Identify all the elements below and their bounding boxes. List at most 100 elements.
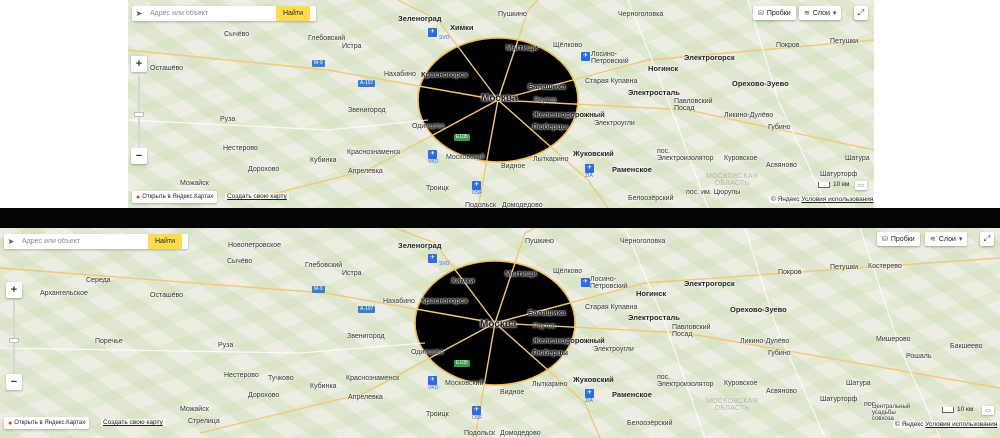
traffic-button[interactable]: ⛁ Пробки	[877, 232, 920, 246]
city-label: Дорохово	[248, 392, 280, 399]
city-label: Новопетровское	[228, 242, 281, 249]
find-button[interactable]: Найти	[276, 6, 310, 21]
city-label: Шатура	[845, 155, 870, 162]
city-label: Архангельское	[40, 290, 88, 297]
city-label: Куровское	[724, 380, 758, 387]
city-label: Ликино-Дулёво	[740, 338, 790, 345]
zoom-slider-track[interactable]	[138, 75, 140, 147]
city-label: Красногорск	[421, 70, 468, 79]
city-label: Истра	[342, 43, 362, 50]
open-in-yandex-maps-button[interactable]: ● Открыть в Яндекс.Картах	[132, 191, 218, 203]
zoom-out-button[interactable]: −	[6, 374, 22, 390]
city-label: Звенигород	[347, 333, 385, 340]
search-bar: ➤ Найти	[132, 6, 316, 21]
city-label: Железнодорожный	[533, 110, 605, 119]
city-label: Рошаль	[906, 353, 932, 360]
city-label: Ликино-Дулёво	[724, 112, 774, 119]
terms-of-use-link[interactable]: Условия использования	[801, 196, 873, 203]
city-label: Химки	[450, 23, 474, 32]
city-label: Руза	[220, 116, 236, 123]
city-label: Костерево	[868, 263, 902, 270]
city-label: Пушкино	[525, 238, 554, 245]
layers-label: Слои	[938, 235, 956, 243]
city-label: Люберцы	[532, 348, 568, 357]
city-label: Петушки	[830, 38, 859, 45]
chevron-down-icon: ▾	[958, 236, 963, 243]
open-in-yandex-maps-label: Открыть в Яндекс.Картах	[14, 420, 86, 426]
traffic-label: Пробки	[766, 9, 791, 17]
airport-code: OSF	[472, 190, 483, 196]
search-input[interactable]	[146, 6, 276, 21]
city-label: Жуковский	[573, 149, 614, 158]
city-label: Жуковский	[573, 375, 614, 384]
terms-of-use-link[interactable]: Условия использования	[925, 421, 997, 428]
ruler-icon[interactable]: ▭	[855, 181, 867, 190]
highway-badge: E105	[454, 134, 470, 141]
city-label: Можайск	[180, 180, 209, 187]
city-label: Балашиха	[528, 82, 566, 91]
city-label: Петушки	[830, 264, 859, 271]
open-in-yandex-maps-label: Открыть в Яндекс.Картах	[142, 194, 214, 200]
zoom-in-button[interactable]: +	[6, 282, 22, 298]
highway-badge: M-9	[312, 286, 325, 293]
zoom-slider-track[interactable]	[13, 301, 15, 373]
city-label: Старая Купавна	[585, 304, 638, 311]
city-label: Краснознаменск	[346, 375, 400, 382]
locate-arrow-icon[interactable]: ➤	[4, 234, 18, 249]
create-own-map-link[interactable]: Создать свою карту	[101, 419, 165, 426]
city-label: Черноголовка	[620, 238, 666, 245]
zoom-slider-handle[interactable]	[9, 338, 19, 343]
city-label: Старая Купавна	[585, 78, 638, 85]
locate-arrow-icon[interactable]: ➤	[132, 6, 146, 21]
open-in-yandex-maps-button[interactable]: ● Открыть в Яндекс.Картах	[4, 417, 90, 429]
city-label: Видное	[500, 389, 525, 396]
scale-bar-graphic	[818, 181, 830, 188]
layers-button[interactable]: ≋ Слои ▾	[925, 232, 968, 246]
scale-bar: 10 км	[942, 406, 973, 413]
city-label: Нахабино	[384, 71, 416, 78]
zoom-in-button[interactable]: +	[131, 56, 147, 72]
map-widget-bottom[interactable]: Новопетровское Зеленоград Пушкино Черног…	[0, 228, 1000, 438]
region-label: МОСКОВСКАЯ ОБЛАСТЬ	[706, 173, 759, 187]
city-label: Сычёво	[227, 258, 253, 265]
city-label: Одинцово	[411, 349, 444, 356]
copyright-notice: © Яндекс Условия использования	[893, 421, 1000, 428]
road-network	[0, 228, 1000, 438]
traffic-button[interactable]: ⛁ Пробки	[753, 6, 796, 20]
city-label: Щёлково	[553, 42, 583, 49]
city-label: Покров	[776, 42, 800, 49]
zoom-slider-handle[interactable]	[134, 112, 144, 117]
city-label: Губино	[768, 124, 791, 131]
city-label: Шатура	[846, 380, 871, 387]
create-own-map-link[interactable]: Создать свою карту	[225, 193, 289, 200]
map-pin-icon: ●	[8, 419, 13, 427]
city-label: Покров	[778, 269, 802, 276]
airport-icon: ✈	[428, 254, 437, 263]
fullscreen-icon[interactable]: ⤢	[854, 6, 868, 20]
find-button[interactable]: Найти	[148, 234, 182, 249]
ruler-icon[interactable]: ▭	[982, 406, 994, 415]
city-label: Красногорск	[421, 296, 468, 305]
city-label: Глебовский	[308, 35, 346, 42]
city-label: Сычёво	[224, 31, 250, 38]
search-input[interactable]	[18, 234, 148, 249]
highway-badge: M-9	[312, 60, 325, 67]
city-label: Домодедово	[500, 430, 541, 437]
map-widget-top[interactable]: Зеленоград Пушкино Черноголовка Сычёво Г…	[128, 0, 874, 208]
city-label: Нестерово	[224, 372, 259, 379]
zoom-out-button[interactable]: −	[131, 148, 147, 164]
city-label: Мытищи	[505, 269, 537, 278]
city-label: Электроугли	[593, 346, 634, 353]
city-label: Кубинка	[310, 383, 337, 390]
fullscreen-icon[interactable]: ⤢	[980, 232, 994, 246]
city-label: Одинцово	[412, 123, 445, 130]
city-label: Пушкино	[498, 11, 527, 18]
city-label: Поречье	[95, 338, 123, 345]
city-label: Звенигород	[348, 107, 386, 114]
city-label: Электросталь	[628, 313, 680, 322]
city-label: Балашиха	[528, 308, 566, 317]
layers-button[interactable]: ≋ Слои ▾	[799, 6, 842, 20]
city-label: Лосино- Петровский	[591, 51, 629, 65]
city-label: Нахабино	[383, 298, 415, 305]
city-label-capital: Москва	[480, 319, 517, 330]
